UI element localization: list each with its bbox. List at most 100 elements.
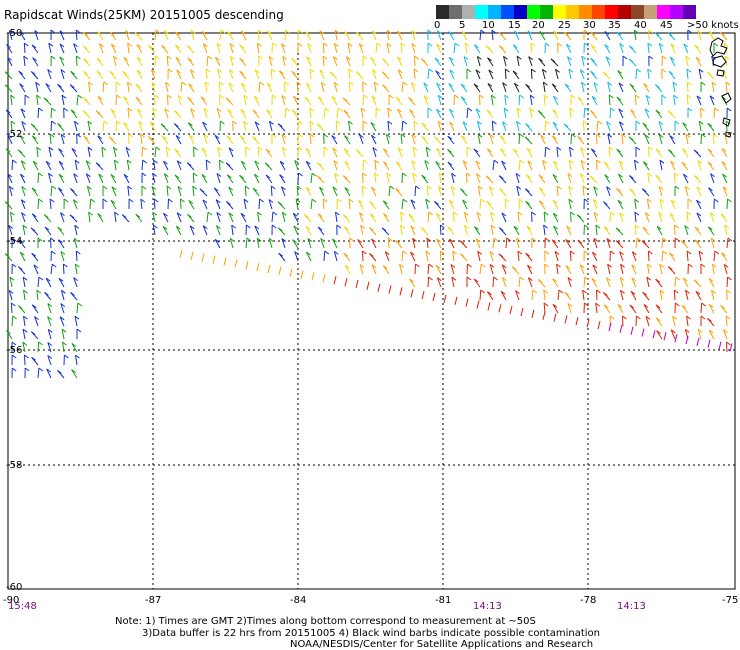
wind-barb-flag bbox=[362, 55, 368, 60]
wind-barb bbox=[387, 108, 390, 119]
wind-barb-flag bbox=[427, 42, 433, 47]
wind-barb bbox=[608, 146, 611, 158]
wind-barb bbox=[244, 185, 247, 197]
wind-barb-flag bbox=[63, 198, 69, 203]
wind-barb bbox=[452, 211, 455, 223]
wind-barb bbox=[543, 95, 546, 106]
wind-barb bbox=[609, 211, 611, 223]
wind-barb-flag bbox=[297, 42, 303, 47]
wind-barb bbox=[596, 289, 598, 301]
wind-barb-flag bbox=[674, 185, 680, 190]
wind-barb-flag bbox=[246, 224, 251, 229]
wind-barb bbox=[596, 120, 599, 132]
wind-barb bbox=[45, 83, 52, 93]
wind-barb bbox=[387, 237, 390, 249]
wind-barb bbox=[50, 120, 53, 132]
wind-barb bbox=[76, 95, 79, 106]
wind-barb bbox=[492, 276, 495, 288]
wind-barb-flag bbox=[519, 159, 525, 164]
lat-label: -52 bbox=[6, 129, 22, 140]
wind-barb bbox=[686, 81, 689, 93]
wind-barb bbox=[401, 250, 404, 262]
wind-barb bbox=[518, 94, 521, 106]
wind-barb-flag bbox=[402, 120, 408, 125]
wind-barb bbox=[609, 107, 611, 119]
wind-barb bbox=[596, 159, 598, 171]
wind-barb bbox=[127, 43, 130, 54]
wind-barb bbox=[62, 263, 65, 275]
wind-barb bbox=[543, 211, 546, 223]
wind-barb bbox=[270, 185, 273, 197]
map-frame bbox=[7, 32, 736, 590]
wind-barb-flag bbox=[155, 55, 160, 60]
wind-barb-flag bbox=[363, 94, 369, 99]
wind-barb-flag bbox=[51, 250, 56, 255]
wind-barb-flag bbox=[38, 107, 44, 112]
wind-barb bbox=[634, 94, 637, 106]
wind-barb bbox=[154, 29, 157, 41]
wind-barb bbox=[289, 268, 293, 277]
wind-barb bbox=[19, 83, 26, 93]
wind-barb bbox=[284, 29, 286, 41]
wind-barb-flag bbox=[142, 159, 148, 164]
graticule bbox=[8, 32, 735, 589]
wind-barb-flag bbox=[726, 107, 732, 112]
wind-barb bbox=[564, 315, 568, 324]
wind-barb-flag bbox=[415, 263, 420, 268]
wind-barb bbox=[582, 185, 585, 197]
wind-barb-flag bbox=[388, 94, 394, 99]
wind-barb bbox=[401, 199, 404, 210]
wind-barb-flag bbox=[11, 263, 17, 268]
wind-barb bbox=[504, 198, 507, 210]
wind-barb bbox=[6, 44, 13, 54]
wind-barb bbox=[219, 159, 221, 171]
wind-barb-flag bbox=[259, 81, 265, 86]
wind-barb bbox=[271, 211, 274, 223]
wind-barb-flag bbox=[583, 250, 589, 255]
wind-barb-flag bbox=[141, 185, 147, 190]
wind-barb bbox=[504, 95, 507, 106]
wind-barb bbox=[453, 43, 456, 54]
wind-barb bbox=[24, 354, 26, 366]
wind-barb bbox=[465, 172, 468, 184]
wind-barb bbox=[466, 107, 469, 119]
wind-barb-flag bbox=[402, 81, 408, 86]
wind-barb bbox=[50, 264, 53, 275]
wind-barb bbox=[279, 174, 286, 184]
wind-barb bbox=[75, 55, 78, 67]
wind-barb-flag bbox=[480, 198, 486, 203]
wind-barb bbox=[223, 257, 227, 266]
wind-barb-flag bbox=[518, 198, 524, 203]
wind-barb bbox=[333, 276, 337, 285]
wind-barb-flag bbox=[375, 107, 381, 112]
wind-barb bbox=[661, 237, 664, 249]
wind-barb-flag bbox=[389, 185, 395, 190]
wind-barb bbox=[479, 264, 482, 275]
wind-barb-flag bbox=[337, 107, 343, 112]
wind-barb-flag bbox=[454, 94, 459, 99]
wind-barb bbox=[630, 109, 637, 119]
wind-barb-flag bbox=[584, 224, 589, 229]
wind-barb bbox=[123, 122, 130, 132]
wind-barb bbox=[604, 44, 611, 54]
wind-barb bbox=[686, 211, 689, 223]
wind-barb bbox=[401, 82, 404, 93]
wind-barb bbox=[414, 263, 416, 275]
wind-barb-flag bbox=[51, 263, 57, 268]
wind-barb bbox=[11, 315, 14, 327]
wind-barb bbox=[357, 239, 364, 249]
wind-barb bbox=[421, 290, 425, 300]
wind-barb-flag bbox=[141, 172, 147, 177]
wind-barb bbox=[583, 276, 586, 288]
wind-barb-flag bbox=[298, 172, 303, 177]
wind-barb bbox=[452, 251, 455, 262]
wind-barb bbox=[37, 341, 40, 353]
wind-barb bbox=[517, 251, 520, 262]
wind-barb bbox=[608, 94, 611, 106]
wind-barb bbox=[323, 250, 326, 262]
wind-barb bbox=[257, 146, 260, 158]
lon-label: -87 bbox=[145, 595, 161, 606]
wind-barb bbox=[309, 121, 312, 132]
wind-barb-flag bbox=[402, 172, 407, 177]
wind-barb-flag bbox=[674, 120, 680, 125]
